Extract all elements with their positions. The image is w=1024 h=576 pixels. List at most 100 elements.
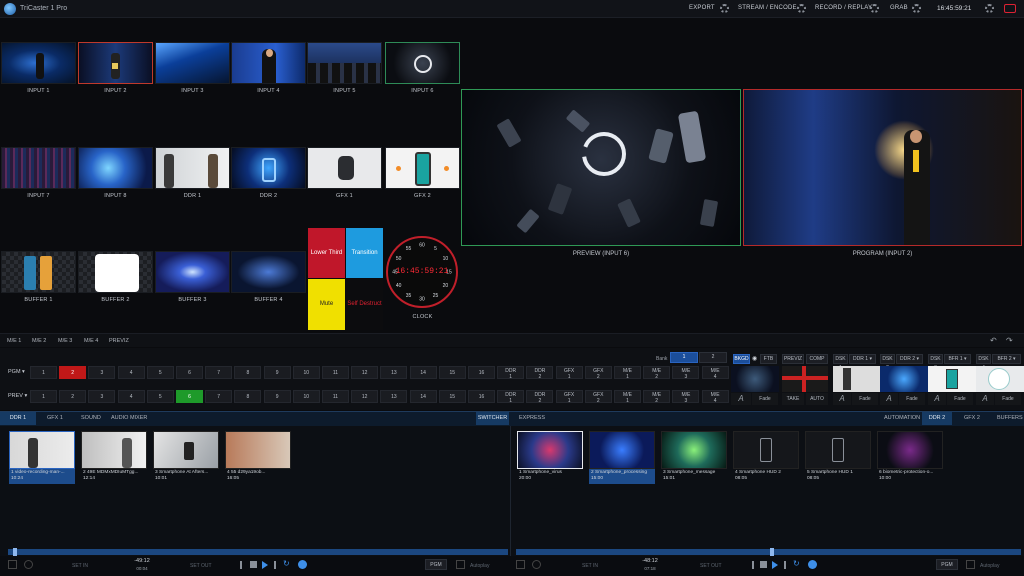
dsk-2-fade-button[interactable]: Fade <box>899 393 925 405</box>
input-4-thumb[interactable] <box>231 42 306 84</box>
dsk-3-button[interactable]: DSK 3 <box>928 354 943 371</box>
input-3-thumb[interactable] <box>155 42 230 84</box>
pgm-button-2[interactable]: 2 <box>59 366 87 379</box>
buffer-3-thumb[interactable] <box>155 251 230 293</box>
tab-me-2[interactable]: M/E 2 <box>32 338 46 344</box>
record-gear-icon[interactable] <box>870 4 879 13</box>
input-2-thumb[interactable] <box>78 42 153 84</box>
ddr2-clip-5-info[interactable]: 5 Smartphone HUD 1 08:05 <box>805 469 871 483</box>
notification-icon[interactable] <box>1004 4 1016 13</box>
ddr2-clip-1-info[interactable]: 1 Smartphone_virus 20:00 <box>517 469 583 483</box>
ddr-2-thumb[interactable] <box>231 147 306 189</box>
prev-button-12[interactable]: 12 <box>351 390 379 403</box>
prev-button-15[interactable]: 15 <box>438 390 466 403</box>
dsk-1-transition-icon[interactable]: A <box>833 393 851 405</box>
stream-gear-icon[interactable] <box>797 4 806 13</box>
tab-switcher[interactable]: SWITCHER <box>476 412 509 425</box>
ddr1-scrub-bar[interactable] <box>8 549 508 555</box>
grab-gear-icon[interactable] <box>912 4 921 13</box>
ddr2-clip-4-info[interactable]: 4 Smartphone HUD 2 08:05 <box>733 469 799 483</box>
ddr2-set-out[interactable]: SET OUT <box>700 563 722 569</box>
ddr2-stop-icon[interactable] <box>760 561 767 568</box>
pgm-button-ddr-1[interactable]: DDR 1 <box>497 366 525 380</box>
dsk-1-button[interactable]: DSK 1 <box>833 354 848 371</box>
buffer-1-thumb[interactable] <box>1 251 76 293</box>
prev-button-14[interactable]: 14 <box>409 390 437 403</box>
pgm-button-m-e-1[interactable]: M/E 1 <box>614 366 641 380</box>
pgm-button-10[interactable]: 10 <box>292 366 320 379</box>
prev-button-ddr-1[interactable]: DDR 1 <box>497 390 525 404</box>
prev-button-10[interactable]: 10 <box>292 390 320 403</box>
prev-button-8[interactable]: 8 <box>234 390 262 403</box>
ddr1-single-icon[interactable] <box>24 560 33 569</box>
previz-button[interactable]: PREVIZ <box>782 354 804 364</box>
buffer-2-thumb[interactable] <box>78 251 153 293</box>
prev-button-2[interactable]: 2 <box>59 390 87 403</box>
bank-2-button[interactable]: 2 <box>699 352 727 363</box>
ddr2-single-icon[interactable] <box>532 560 541 569</box>
prev-button-11[interactable]: 11 <box>322 390 349 403</box>
pgm-row-label[interactable]: PGM ▾ <box>8 369 25 375</box>
gfx-2-thumb[interactable] <box>385 147 460 189</box>
export-menu[interactable]: EXPORT <box>689 5 715 11</box>
tab-previz[interactable]: PREVIZ <box>109 338 129 344</box>
ddr2-scrub-bar[interactable] <box>516 549 1021 555</box>
tab-sound[interactable]: SOUND <box>81 415 101 421</box>
comp-button[interactable]: COMP <box>806 354 828 364</box>
pgm-button-16[interactable]: 16 <box>468 366 495 379</box>
tab-automation[interactable]: AUTOMATION <box>884 415 920 421</box>
pgm-button-ddr-2[interactable]: DDR 2 <box>526 366 554 380</box>
ddr2-loop-toggle-icon[interactable]: ↻ <box>793 559 800 568</box>
tab-me-1[interactable]: M/E 1 <box>7 338 21 344</box>
ddr1-set-in[interactable]: SET IN <box>72 563 88 569</box>
tab-me-4[interactable]: M/E 4 <box>84 338 98 344</box>
ddr1-clip-2-info[interactable]: 2 49E MDMxMDIuMTgg... 12:14 <box>81 469 147 483</box>
pgm-button-9[interactable]: 9 <box>263 366 291 379</box>
ddr1-clip-1-info[interactable]: 1 video-recording-man-... 10:24 <box>9 469 75 484</box>
pgm-button-gfx-1[interactable]: GFX 1 <box>555 366 583 380</box>
ddr1-loop-icon[interactable] <box>8 560 17 569</box>
pgm-button-m-e-3[interactable]: M/E 3 <box>672 366 700 380</box>
ddr1-clip-1-thumb[interactable] <box>9 431 75 469</box>
prev-button-3[interactable]: 3 <box>88 390 116 403</box>
pgm-button-5[interactable]: 5 <box>146 366 174 379</box>
ddr2-clip-6-thumb[interactable] <box>877 431 943 469</box>
dsk-2-source-select[interactable]: DDR 2 ▾ <box>896 354 923 364</box>
grab-menu[interactable]: GRAB <box>890 5 908 11</box>
dsk-2-transition-icon[interactable]: A <box>880 393 898 405</box>
ddr2-clip-1-thumb[interactable] <box>517 431 583 469</box>
ddr2-clip-4-thumb[interactable] <box>733 431 799 469</box>
mute-button[interactable]: Mute <box>308 279 345 330</box>
ddr1-autoplay-checkbox[interactable] <box>456 560 465 569</box>
gfx-1-thumb[interactable] <box>307 147 382 189</box>
tab-buffers[interactable]: BUFFERS <box>997 415 1023 421</box>
ddr2-set-in[interactable]: SET IN <box>582 563 598 569</box>
prev-button-m-e-1[interactable]: M/E 1 <box>614 390 641 404</box>
tab-ddr-1[interactable]: DDR 1 <box>0 412 36 425</box>
input-8-thumb[interactable] <box>78 147 153 189</box>
tab-me-3[interactable]: M/E 3 <box>58 338 72 344</box>
ddr2-speed-icon[interactable] <box>808 560 817 569</box>
ddr1-prev-icon[interactable] <box>240 561 242 569</box>
transition-button[interactable]: Transition <box>346 228 383 278</box>
tab-gfx-1[interactable]: GFX 1 <box>47 415 63 421</box>
ddr1-pgm-button[interactable]: PGM <box>425 559 447 570</box>
prev-row-label[interactable]: PREV ▾ <box>8 393 27 399</box>
pgm-button-gfx-2[interactable]: GFX 2 <box>584 366 612 380</box>
pgm-button-4[interactable]: 4 <box>117 366 145 379</box>
prev-button-5[interactable]: 5 <box>146 390 174 403</box>
tab-express[interactable]: EXPRESS <box>519 415 545 421</box>
ddr2-clip-3-info[interactable]: 3 Smartphone_message 15:01 <box>661 469 727 483</box>
pgm-button-13[interactable]: 13 <box>380 366 408 379</box>
take-button[interactable]: TAKE <box>782 393 804 405</box>
tab-audio-mixer[interactable]: AUDIO MIXER <box>111 415 147 421</box>
lower-third-button[interactable]: Lower Third <box>308 228 345 278</box>
bkgd-transition-icon[interactable]: A <box>731 393 751 405</box>
dsk-3-source-select[interactable]: BFR 1 ▾ <box>944 354 971 364</box>
tab-ddr-2[interactable]: DDR 2 <box>922 412 952 425</box>
prev-button-7[interactable]: 7 <box>205 390 233 403</box>
ddr1-speed-icon[interactable] <box>298 560 307 569</box>
visibility-eye-icon[interactable]: ◉ <box>752 355 757 362</box>
dsk-4-source-select[interactable]: BFR 2 ▾ <box>992 354 1021 364</box>
ddr1-clip-3-info[interactable]: 3 Smartphone At Afters... 10:01 <box>153 469 219 483</box>
